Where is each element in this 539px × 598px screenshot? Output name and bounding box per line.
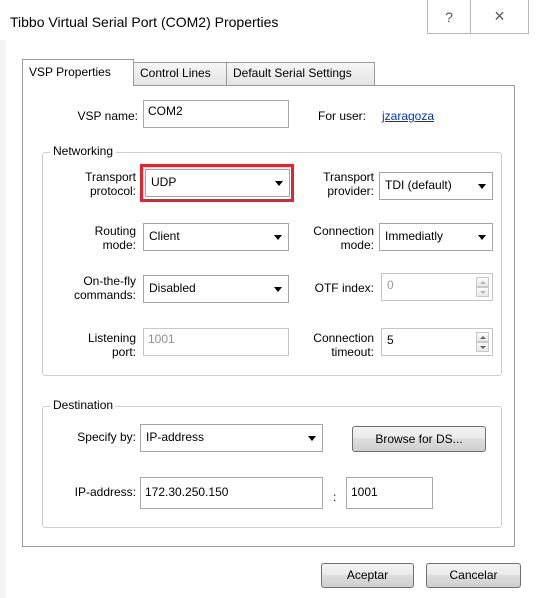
connection-mode-label-line2: mode: <box>340 238 374 252</box>
arrow-up-icon <box>479 335 486 339</box>
tab-strip: VSP Properties Control Lines Default Ser… <box>22 59 442 86</box>
vsp-name-label: VSP name: <box>77 109 138 123</box>
close-button[interactable]: × <box>470 0 529 34</box>
connection-timeout-spinner[interactable]: 5 <box>381 328 493 356</box>
transport-protocol-value: UDP <box>151 175 177 189</box>
connection-mode-label-line1: Connection <box>313 224 374 238</box>
tab-label: Control Lines <box>140 66 211 80</box>
transport-protocol-label: Transport protocol: <box>52 170 136 198</box>
transport-protocol-label-line2: protocol: <box>89 184 136 198</box>
otf-index-spin-buttons <box>476 277 489 297</box>
chevron-down-icon <box>275 181 283 186</box>
browse-for-ds-button[interactable]: Browse for DS... <box>352 426 486 452</box>
transport-provider-label: Transport provider: <box>296 170 374 198</box>
chevron-down-icon <box>274 235 282 240</box>
chevron-down-icon <box>274 287 282 292</box>
chevron-down-icon <box>478 184 486 189</box>
routing-mode-label-line1: Routing <box>94 224 136 238</box>
window-left-edge <box>0 40 6 598</box>
connection-timeout-value: 5 <box>387 333 394 347</box>
transport-provider-label-line1: Transport <box>323 170 374 184</box>
connection-mode-value: Immediatly <box>385 229 444 243</box>
listening-port-label: Listening port: <box>52 331 136 359</box>
for-user-link[interactable]: jzaragoza <box>382 109 434 123</box>
spin-down-button <box>476 287 489 297</box>
tab-control-lines[interactable]: Control Lines <box>133 62 227 85</box>
networking-group-title: Networking <box>50 144 117 158</box>
otf-index-spinner: 0 <box>381 273 493 301</box>
transport-provider-select[interactable]: TDI (default) <box>379 172 493 200</box>
routing-mode-value: Client <box>149 229 180 243</box>
connection-timeout-label: Connection timeout: <box>296 331 374 359</box>
onthefly-label: On-the-fly commands: <box>52 274 136 302</box>
ip-address-input[interactable]: 172.30.250.150 <box>140 477 323 509</box>
transport-protocol-label-line1: Transport <box>85 170 136 184</box>
specify-by-label: Specify by: <box>77 430 136 444</box>
spin-down-button[interactable] <box>476 342 489 352</box>
spin-up-button[interactable] <box>476 332 489 342</box>
routing-mode-label-line2: mode: <box>102 238 136 252</box>
arrow-up-icon <box>479 280 486 284</box>
otf-index-value: 0 <box>387 278 394 292</box>
close-icon: × <box>494 6 505 26</box>
listening-port-input: 1001 <box>143 328 289 356</box>
spin-up-button <box>476 277 489 287</box>
help-icon: ? <box>445 8 453 25</box>
transport-provider-value: TDI (default) <box>385 178 452 192</box>
connection-timeout-label-line1: Connection <box>313 331 374 345</box>
transport-provider-label-line2: provider: <box>327 184 374 198</box>
tab-vsp-properties[interactable]: VSP Properties <box>22 59 134 86</box>
ip-address-label: IP-address: <box>74 485 136 499</box>
connection-mode-select[interactable]: Immediatly <box>379 223 493 251</box>
specify-by-select[interactable]: IP-address <box>140 424 323 452</box>
tab-label: VSP Properties <box>29 65 111 79</box>
onthefly-value: Disabled <box>149 281 196 295</box>
connection-mode-label: Connection mode: <box>296 224 374 252</box>
chevron-down-icon <box>308 436 316 441</box>
onthefly-label-line1: On-the-fly <box>83 274 136 288</box>
tab-default-serial-settings[interactable]: Default Serial Settings <box>226 62 375 85</box>
destination-group-title: Destination <box>50 398 117 412</box>
onthefly-select[interactable]: Disabled <box>143 275 289 303</box>
onthefly-label-line2: commands: <box>73 288 136 302</box>
routing-mode-label: Routing mode: <box>52 224 136 252</box>
routing-mode-select[interactable]: Client <box>143 223 289 251</box>
specify-by-value: IP-address <box>146 430 205 444</box>
help-button[interactable]: ? <box>427 0 471 34</box>
window-title: Tibbo Virtual Serial Port (COM2) Propert… <box>10 14 279 30</box>
chevron-down-icon <box>478 235 486 240</box>
vsp-name-input[interactable]: COM2 <box>143 100 289 128</box>
cancel-button[interactable]: Cancelar <box>426 563 521 588</box>
for-user-label: For user: <box>318 109 367 123</box>
transport-protocol-select[interactable]: UDP <box>145 169 290 197</box>
port-input[interactable]: 1001 <box>346 477 433 509</box>
ok-button[interactable]: Aceptar <box>321 563 414 588</box>
otf-index-label: OTF index: <box>314 281 374 295</box>
listening-port-label-line2: port: <box>111 345 136 359</box>
arrow-down-icon <box>479 345 486 349</box>
arrow-down-icon <box>479 290 486 294</box>
tab-label: Default Serial Settings <box>233 66 352 80</box>
port-separator: : <box>333 490 337 504</box>
connection-timeout-label-line2: timeout: <box>331 345 374 359</box>
connection-timeout-spin-buttons <box>476 332 489 352</box>
listening-port-label-line1: Listening <box>87 331 136 345</box>
